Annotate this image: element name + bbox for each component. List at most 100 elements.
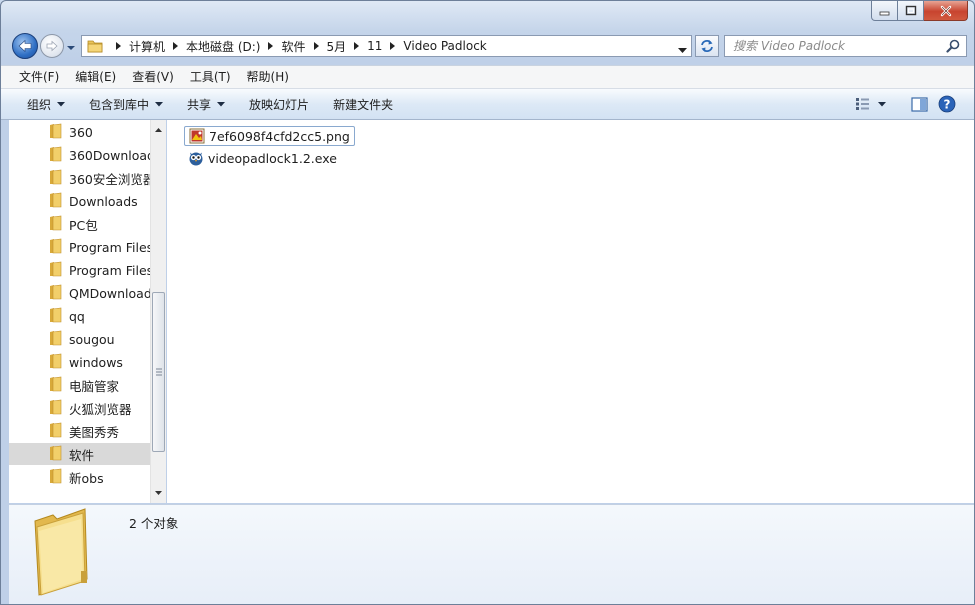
owl-exe-icon xyxy=(188,150,204,166)
scroll-up-icon xyxy=(155,128,162,132)
tree-item[interactable]: QMDownload xyxy=(9,282,150,304)
caption-buttons xyxy=(871,1,968,21)
tree-item[interactable]: 新obs xyxy=(9,466,150,488)
tree-item[interactable]: 电脑管家 xyxy=(9,374,150,396)
breadcrumb-item[interactable]: 本地磁盘 (D:) xyxy=(186,38,260,55)
folder-icon xyxy=(49,123,63,142)
close-button[interactable] xyxy=(924,1,968,21)
scroll-thumb[interactable] xyxy=(152,292,165,452)
folder-icon xyxy=(49,146,63,165)
help-icon: ? xyxy=(938,95,956,113)
tree-item[interactable]: Program Files xyxy=(9,236,150,258)
tree-item[interactable]: 360Downloads xyxy=(9,144,150,166)
breadcrumb: 计算机 本地磁盘 (D:) 软件 5月 11 Video Padlock xyxy=(108,36,487,56)
tree-item-label: sougou xyxy=(69,331,115,347)
arrow-right-icon xyxy=(46,40,58,52)
slideshow-label: 放映幻灯片 xyxy=(249,97,310,112)
breadcrumb-item[interactable]: 软件 xyxy=(281,38,305,55)
menu-edit[interactable]: 编辑(E) xyxy=(67,67,124,87)
breadcrumb-item[interactable]: 11 xyxy=(367,39,382,53)
recent-pages-dropdown[interactable] xyxy=(66,41,76,55)
breadcrumb-separator-icon[interactable] xyxy=(390,39,396,53)
minimize-button[interactable] xyxy=(871,1,898,21)
arrow-left-icon xyxy=(18,39,32,53)
tree-item[interactable]: sougou xyxy=(9,328,150,350)
breadcrumb-separator-icon[interactable] xyxy=(354,39,360,53)
tree-item-label: PC包 xyxy=(69,217,98,233)
tree-item[interactable]: windows xyxy=(9,351,150,373)
organize-button[interactable]: 组织 xyxy=(15,92,77,116)
close-icon xyxy=(940,5,951,16)
tree-item[interactable]: PC包 xyxy=(9,213,150,235)
tree-item[interactable]: 火狐浏览器 xyxy=(9,397,150,419)
folder-icon xyxy=(49,261,63,280)
menu-file[interactable]: 文件(F) xyxy=(11,67,67,87)
menu-help[interactable]: 帮助(H) xyxy=(239,67,297,87)
folder-icon xyxy=(49,399,63,418)
menu-view[interactable]: 查看(V) xyxy=(124,67,182,87)
chevron-down-icon xyxy=(57,101,66,106)
help-button[interactable]: ? xyxy=(934,93,960,115)
file-list-pane: 7ef6098f4cfd2cc5.png videopadlock1.2.exe xyxy=(167,120,974,503)
file-name: videopadlock1.2.exe xyxy=(208,150,337,166)
tree-item-label: qq xyxy=(69,308,85,324)
breadcrumb-separator-icon[interactable] xyxy=(116,39,121,53)
tree-item[interactable]: Program Files xyxy=(9,259,150,281)
tree-item-label: 电脑管家 xyxy=(69,378,120,394)
scroll-down-button[interactable] xyxy=(151,485,166,501)
preview-pane-icon xyxy=(910,96,928,112)
navigation-scrollbar[interactable] xyxy=(150,120,166,503)
share-button[interactable]: 共享 xyxy=(175,92,237,116)
folder-icon xyxy=(49,376,63,395)
tree-item-label: Downloads xyxy=(69,193,138,209)
tree-item[interactable]: Downloads xyxy=(9,190,150,212)
search-icon[interactable] xyxy=(946,39,960,56)
folder-icon xyxy=(49,422,63,441)
tree-item-label: 美图秀秀 xyxy=(69,424,120,440)
preview-pane-button[interactable] xyxy=(904,93,934,115)
new-folder-label: 新建文件夹 xyxy=(333,97,394,112)
file-name: 7ef6098f4cfd2cc5.png xyxy=(209,128,350,144)
tree-item[interactable]: 软件 xyxy=(9,443,150,465)
search-box[interactable] xyxy=(724,35,967,57)
chevron-down-icon xyxy=(67,46,75,50)
search-input[interactable] xyxy=(733,39,941,53)
tree-item[interactable]: qq xyxy=(9,305,150,327)
forward-button[interactable] xyxy=(40,34,64,58)
breadcrumb-separator-icon[interactable] xyxy=(268,39,274,53)
share-label: 共享 xyxy=(187,97,212,112)
tree-item-label: 软件 xyxy=(69,447,95,463)
item-count: 2 个对象 xyxy=(129,516,179,531)
folder-icon xyxy=(49,284,63,303)
tree-item-label: 360Downloads xyxy=(69,147,150,163)
address-bar[interactable]: 计算机 本地磁盘 (D:) 软件 5月 11 Video Padlock xyxy=(81,35,692,57)
address-history-dropdown[interactable] xyxy=(678,43,687,57)
refresh-button[interactable] xyxy=(695,35,719,57)
breadcrumb-separator-icon[interactable] xyxy=(173,39,179,53)
navigation-pane: 360 360Downloads 360安全浏览器 Downloads PC包 Progr… xyxy=(9,120,166,503)
file-item[interactable]: videopadlock1.2.exe xyxy=(184,148,341,168)
include-in-library-button[interactable]: 包含到库中 xyxy=(77,92,175,116)
change-view-button[interactable] xyxy=(852,93,874,115)
folder-icon xyxy=(87,40,103,53)
chevron-down-icon xyxy=(878,101,886,106)
menu-tools[interactable]: 工具(T) xyxy=(182,67,239,87)
maximize-icon xyxy=(905,5,916,16)
tree-item[interactable]: 360安全浏览器 xyxy=(9,167,150,189)
breadcrumb-separator-icon[interactable] xyxy=(313,39,319,53)
tree-item-label: QMDownload xyxy=(69,285,150,301)
breadcrumb-item[interactable]: 5月 xyxy=(327,38,347,55)
scroll-up-button[interactable] xyxy=(151,122,166,138)
address-row: 计算机 本地磁盘 (D:) 软件 5月 11 Video Padlock xyxy=(1,29,974,63)
slideshow-button[interactable]: 放映幻灯片 xyxy=(237,92,321,116)
view-options-dropdown[interactable] xyxy=(874,93,890,115)
tree-item[interactable]: 美图秀秀 xyxy=(9,420,150,442)
file-item[interactable]: 7ef6098f4cfd2cc5.png xyxy=(184,126,355,146)
tree-item[interactable]: 360 xyxy=(9,121,150,143)
maximize-button[interactable] xyxy=(898,1,924,21)
svg-text:?: ? xyxy=(944,98,951,112)
new-folder-button[interactable]: 新建文件夹 xyxy=(321,92,405,116)
back-button[interactable] xyxy=(12,33,38,59)
breadcrumb-item[interactable]: 计算机 xyxy=(129,38,165,55)
breadcrumb-item[interactable]: Video Padlock xyxy=(403,39,486,53)
